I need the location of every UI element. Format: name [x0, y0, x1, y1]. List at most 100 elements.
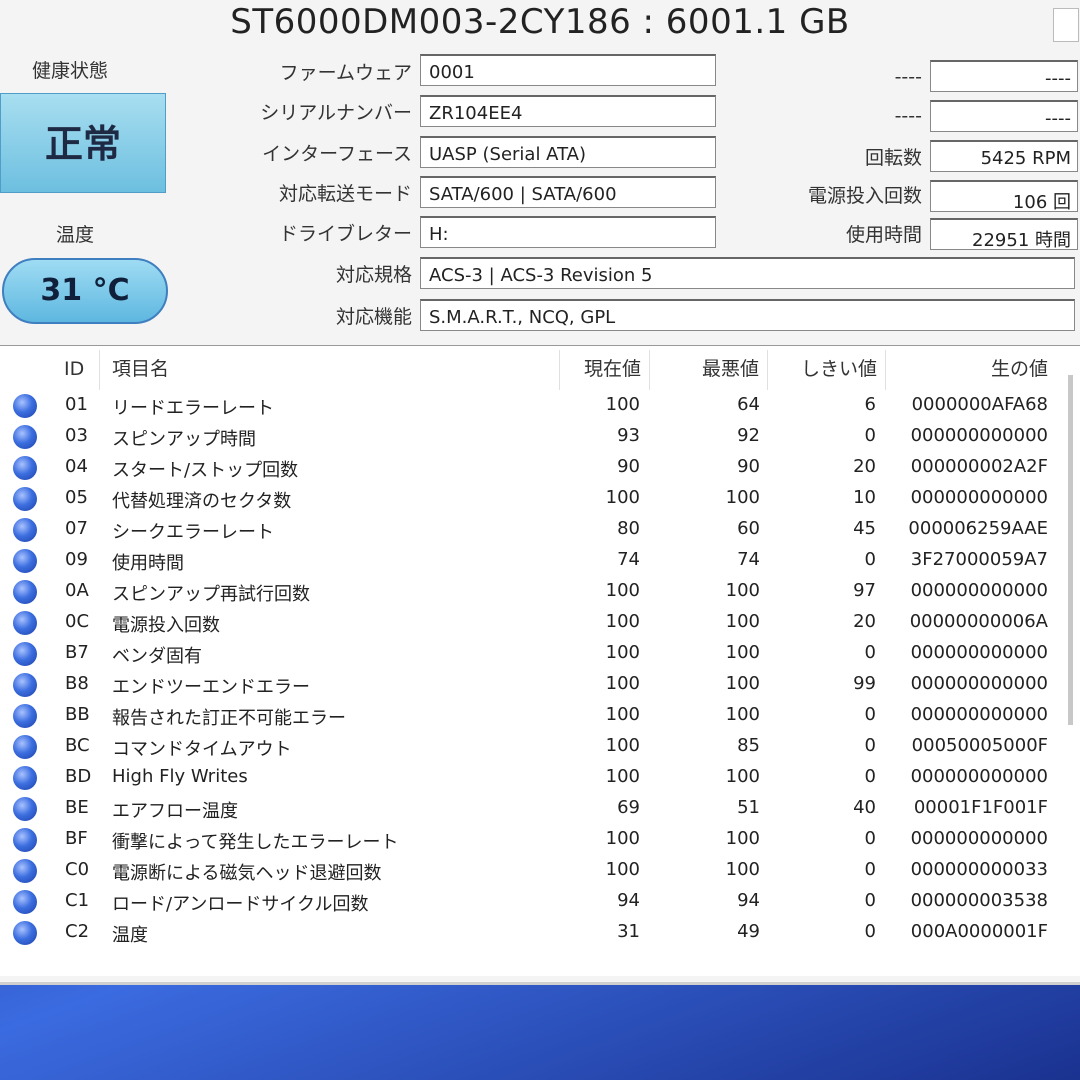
- table-row[interactable]: 04 スタート/ストップ回数 90 90 20 000000002A2F: [0, 452, 1080, 483]
- row-id: 03: [65, 425, 88, 446]
- row-raw: 000000000000: [910, 580, 1048, 601]
- transfer-mode-label: 対応転送モード: [278, 183, 412, 205]
- power-on-count-label: 電源投入回数: [807, 185, 922, 207]
- rotation-rate-field: 5425 RPM: [930, 140, 1078, 172]
- table-row[interactable]: BD High Fly Writes 100 100 0 000000000000: [0, 762, 1080, 793]
- row-current: 100: [605, 859, 640, 880]
- next-disk-button[interactable]: [1053, 8, 1079, 42]
- row-raw: 000000003538: [910, 890, 1048, 911]
- features-field: S.M.A.R.T., NCQ, GPL: [420, 299, 1075, 331]
- table-row[interactable]: 05 代替処理済のセクタ数 100 100 10 000000000000: [0, 483, 1080, 514]
- table-row[interactable]: BE エアフロー温度 69 51 40 00001F1F001F: [0, 793, 1080, 824]
- table-scrollbar[interactable]: [1068, 375, 1073, 725]
- table-row[interactable]: 03 スピンアップ時間 93 92 0 000000000000: [0, 421, 1080, 452]
- row-id: BB: [65, 704, 90, 725]
- row-worst: 60: [737, 518, 760, 539]
- table-row[interactable]: B8 エンドツーエンドエラー 100 100 99 000000000000: [0, 669, 1080, 700]
- row-worst: 100: [725, 766, 760, 787]
- row-current: 100: [605, 766, 640, 787]
- row-threshold: 6: [864, 394, 876, 415]
- power-on-hours-field: 22951 時間: [930, 218, 1078, 250]
- row-id: BD: [65, 766, 92, 787]
- features-label: 対応機能: [335, 306, 412, 328]
- firmware-label: ファームウェア: [279, 62, 412, 84]
- status-dot-icon: [13, 580, 37, 604]
- row-threshold: 0: [864, 921, 876, 942]
- table-row[interactable]: BF 衝撃によって発生したエラーレート 100 100 0 000000000000: [0, 824, 1080, 855]
- row-id: 01: [65, 394, 88, 415]
- row-raw: 0000000AFA68: [911, 394, 1048, 415]
- row-id: B7: [65, 642, 89, 663]
- row-worst: 85: [737, 735, 760, 756]
- row-current: 100: [605, 487, 640, 508]
- row-raw: 00001F1F001F: [913, 797, 1048, 818]
- row-threshold: 0: [864, 735, 876, 756]
- row-current: 94: [617, 890, 640, 911]
- table-row[interactable]: 01 リードエラーレート 100 64 6 0000000AFA68: [0, 390, 1080, 421]
- row-raw: 000006259AAE: [908, 518, 1048, 539]
- table-row[interactable]: C2 温度 31 49 0 000A0000001F: [0, 917, 1080, 948]
- row-name: スピンアップ時間: [112, 429, 256, 450]
- table-row[interactable]: 0C 電源投入回数 100 100 20 00000000006A: [0, 607, 1080, 638]
- row-current: 69: [617, 797, 640, 818]
- drive-letter-label: ドライブレター: [278, 223, 412, 245]
- health-status-label: 健康状態: [32, 60, 109, 82]
- row-name: コマンドタイムアウト: [112, 739, 292, 760]
- health-status-badge[interactable]: 正常: [0, 93, 166, 193]
- row-current: 100: [605, 394, 640, 415]
- table-row[interactable]: C1 ロード/アンロードサイクル回数 94 94 0 000000003538: [0, 886, 1080, 917]
- table-row[interactable]: C0 電源断による磁気ヘッド退避回数 100 100 0 000000000033: [0, 855, 1080, 886]
- temperature-label: 温度: [56, 224, 95, 246]
- status-dot-icon: [13, 425, 37, 449]
- row-threshold: 97: [853, 580, 876, 601]
- status-dot-icon: [13, 394, 37, 418]
- table-row[interactable]: BC コマンドタイムアウト 100 85 0 00050005000F: [0, 731, 1080, 762]
- right-info-label-1: ----: [894, 66, 922, 88]
- table-row[interactable]: B7 ベンダ固有 100 100 0 000000000000: [0, 638, 1080, 669]
- row-id: B8: [65, 673, 89, 694]
- row-name: 電源投入回数: [112, 615, 220, 636]
- transfer-mode-field: SATA/600 | SATA/600: [420, 176, 716, 208]
- row-raw: 000000000000: [910, 704, 1048, 725]
- status-dot-icon: [13, 828, 37, 852]
- row-current: 100: [605, 611, 640, 632]
- header-raw[interactable]: 生の値: [886, 350, 1056, 390]
- row-threshold: 0: [864, 766, 876, 787]
- serial-number-label: シリアルナンバー: [260, 102, 412, 124]
- row-name: 使用時間: [112, 553, 184, 574]
- header-worst[interactable]: 最悪値: [650, 350, 768, 390]
- rotation-rate-label: 回転数: [864, 147, 922, 169]
- row-current: 90: [617, 456, 640, 477]
- row-worst: 49: [737, 921, 760, 942]
- row-name: エアフロー温度: [112, 801, 238, 822]
- row-worst: 100: [725, 611, 760, 632]
- row-raw: 000000000000: [910, 425, 1048, 446]
- row-current: 31: [617, 921, 640, 942]
- temperature-badge[interactable]: 31 °C: [2, 258, 168, 324]
- status-dot-icon: [13, 890, 37, 914]
- header-id[interactable]: ID: [50, 350, 100, 390]
- row-id: 09: [65, 549, 88, 570]
- row-worst: 94: [737, 890, 760, 911]
- row-name: エンドツーエンドエラー: [112, 677, 310, 698]
- table-row[interactable]: BB 報告された訂正不可能エラー 100 100 0 000000000000: [0, 700, 1080, 731]
- row-current: 100: [605, 735, 640, 756]
- row-name: 電源断による磁気ヘッド退避回数: [112, 863, 382, 884]
- row-id: 0A: [65, 580, 89, 601]
- header-threshold[interactable]: しきい値: [768, 350, 886, 390]
- row-worst: 100: [725, 487, 760, 508]
- row-raw: 000A0000001F: [910, 921, 1048, 942]
- table-row[interactable]: 09 使用時間 74 74 0 3F27000059A7: [0, 545, 1080, 576]
- status-dot-icon: [13, 704, 37, 728]
- table-row[interactable]: 0A スピンアップ再試行回数 100 100 97 000000000000: [0, 576, 1080, 607]
- row-raw: 00050005000F: [911, 735, 1048, 756]
- table-row[interactable]: 07 シークエラーレート 80 60 45 000006259AAE: [0, 514, 1080, 545]
- row-raw: 000000000000: [910, 673, 1048, 694]
- row-raw: 00000000006A: [909, 611, 1048, 632]
- status-dot-icon: [13, 797, 37, 821]
- row-current: 74: [617, 549, 640, 570]
- header-current[interactable]: 現在値: [560, 350, 650, 390]
- row-raw: 000000000000: [910, 487, 1048, 508]
- header-name[interactable]: 項目名: [100, 350, 560, 390]
- row-raw: 000000000033: [910, 859, 1048, 880]
